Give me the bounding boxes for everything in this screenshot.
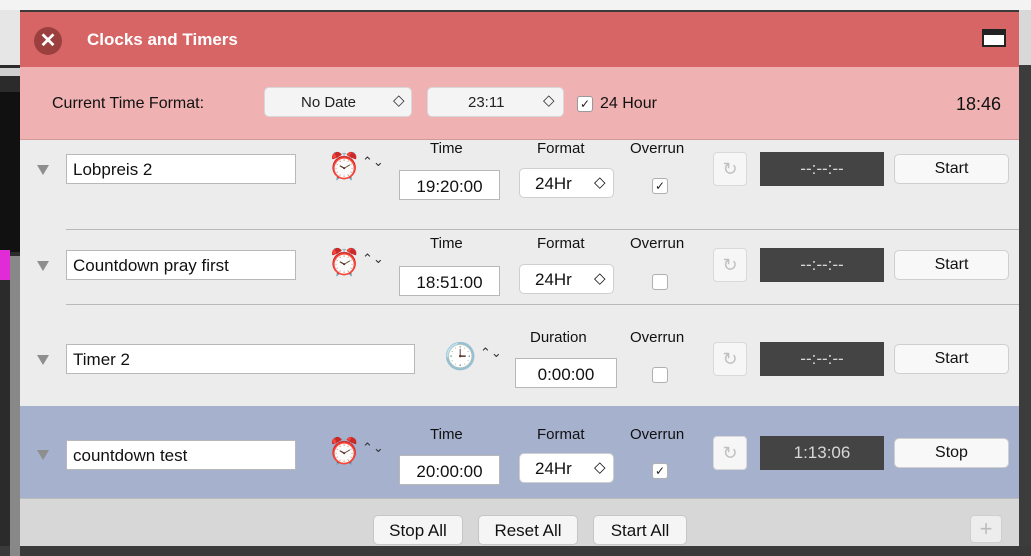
title-bar: ✕ Clocks and Timers [20,12,1019,67]
timer-name-input[interactable]: Countdown pray first [66,250,296,280]
clock-icon[interactable]: 🕒 [444,341,476,372]
disclosure-triangle-icon[interactable] [37,261,49,271]
format-select[interactable]: 24Hr ◇ [519,453,614,483]
reset-icon[interactable]: ↻ [713,436,747,470]
disclosure-triangle-icon[interactable] [37,355,49,365]
format-header: Format [537,140,585,157]
window-mode-icon[interactable] [982,29,1006,47]
time-field[interactable]: 20:00:00 [399,455,500,485]
timer-display: 1:13:06 [760,436,884,470]
overrun-checkbox[interactable] [652,274,668,290]
time-header: Time [430,235,463,252]
time-format-label: Current Time Format: [52,95,205,112]
time-header: Time [430,426,463,443]
overrun-checkbox[interactable]: ✓ [652,463,668,479]
time-format-select[interactable]: 23:11 ◇ [427,87,564,117]
time-header: Time [430,140,463,157]
format-header: Format [537,235,585,252]
stepper-icon[interactable]: ⌃⌄ [362,441,384,454]
stepper-icon[interactable]: ⌃⌄ [362,155,384,168]
format-select[interactable]: 24Hr ◇ [519,264,614,294]
chevron-updown-icon: ◇ [594,270,606,287]
window-title: Clocks and Timers [87,30,238,49]
overrun-checkbox[interactable] [652,367,668,383]
alarm-clock-icon[interactable]: ⏰ [328,151,360,182]
background-app-left [0,10,20,556]
disclosure-triangle-icon[interactable] [37,165,49,175]
format-header: Format [537,426,585,443]
stepper-icon[interactable]: ⌃⌄ [362,252,384,265]
start-button[interactable]: Start [894,250,1009,280]
background-app-top [0,0,1031,10]
24-hour-checkbox[interactable]: ✓ [577,96,593,112]
current-time: 18:46 [956,94,1002,114]
time-field[interactable]: 18:51:00 [399,266,500,296]
24-hour-label: 24 Hour [600,95,657,112]
start-button[interactable]: Start [894,344,1009,374]
timer-row-active: countdown test ⏰ ⌃⌄ Time 20:00:00 Format… [20,406,1019,498]
timer-row: Timer 2 🕒 ⌃⌄ Duration 0:00:00 Overrun ↻ … [20,305,1019,395]
timer-row: Countdown pray first ⏰ ⌃⌄ Time 18:51:00 … [20,215,1019,305]
overrun-checkbox[interactable]: ✓ [652,178,668,194]
footer-toolbar: Stop All Reset All Start All + [20,498,1019,546]
overrun-header: Overrun [630,426,685,443]
time-format-bar: Current Time Format: No Date ◇ 23:11 ◇ ✓… [20,67,1019,140]
timer-display: --:--:-- [760,248,884,282]
overrun-header: Overrun [630,235,685,252]
clocks-and-timers-window: ✕ Clocks and Timers Current Time Format:… [20,12,1019,546]
timer-name-input[interactable]: Timer 2 [66,344,415,374]
background-app-right [1019,10,1031,546]
close-icon[interactable]: ✕ [34,27,62,55]
start-all-button[interactable]: Start All [593,515,687,545]
stepper-icon[interactable]: ⌃⌄ [480,346,502,359]
reset-all-button[interactable]: Reset All [478,515,578,545]
stop-all-button[interactable]: Stop All [373,515,463,545]
disclosure-triangle-icon[interactable] [37,450,49,460]
stop-button[interactable]: Stop [894,438,1009,468]
start-button[interactable]: Start [894,154,1009,184]
duration-header: Duration [530,329,587,346]
overrun-header: Overrun [630,140,685,157]
format-select[interactable]: 24Hr ◇ [519,168,614,198]
add-icon[interactable]: + [970,515,1002,543]
chevron-updown-icon: ◇ [393,92,405,109]
timer-name-input[interactable]: Lobpreis 2 [66,154,296,184]
alarm-clock-icon[interactable]: ⏰ [328,247,360,278]
date-format-select[interactable]: No Date ◇ [264,87,412,117]
reset-icon[interactable]: ↻ [713,152,747,186]
chevron-updown-icon: ◇ [594,174,606,191]
duration-field[interactable]: 0:00:00 [515,358,617,388]
overrun-header: Overrun [630,329,685,346]
timer-name-input[interactable]: countdown test [66,440,296,470]
reset-icon[interactable]: ↻ [713,342,747,376]
reset-icon[interactable]: ↻ [713,248,747,282]
alarm-clock-icon[interactable]: ⏰ [328,436,360,467]
time-field[interactable]: 19:20:00 [399,170,500,200]
timer-display: --:--:-- [760,342,884,376]
chevron-updown-icon: ◇ [594,459,606,476]
timer-display: --:--:-- [760,152,884,186]
chevron-updown-icon: ◇ [543,92,555,109]
